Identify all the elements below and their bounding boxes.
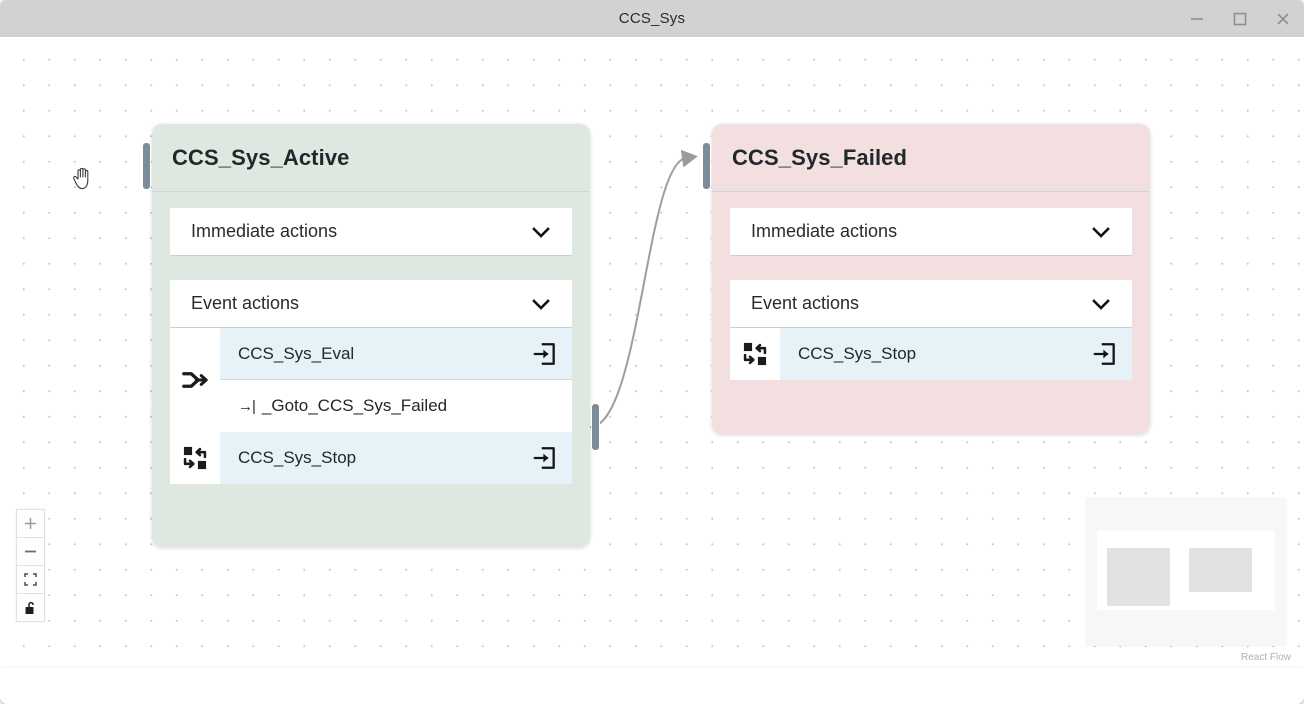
node-header: CCS_Sys_Failed [712, 124, 1150, 192]
chevron-down-icon[interactable] [528, 219, 554, 245]
zoom-out-button[interactable] [17, 538, 44, 566]
minimap[interactable] [1086, 498, 1286, 646]
close-icon [1276, 12, 1289, 25]
action-rows: CCS_Sys_Stop [220, 432, 572, 484]
react-flow-attribution[interactable]: React Flow [1241, 652, 1291, 663]
node-ccs-sys-active[interactable]: CCS_Sys_Active Immediate actions Event a… [142, 124, 600, 547]
maximize-icon [1233, 12, 1246, 25]
action-group: CCS_Sys_Eval →| _Goto_CCS_Sys_Failed [170, 328, 572, 432]
action-rows: CCS_Sys_Stop [780, 328, 1132, 380]
flow-controls [16, 509, 45, 622]
section-immediate-actions[interactable]: Immediate actions [170, 208, 572, 256]
action-row[interactable]: CCS_Sys_Stop [780, 328, 1132, 380]
section-label: Immediate actions [191, 221, 338, 241]
section-event-actions[interactable]: Event actions [170, 280, 572, 328]
section-label: Event actions [191, 293, 300, 313]
minimap-node [1107, 548, 1170, 606]
flow-canvas[interactable]: CCS_Sys_Active Immediate actions Event a… [0, 37, 1304, 668]
swap-squares-icon [183, 446, 207, 470]
window-controls [1175, 0, 1304, 37]
enter-box-icon[interactable] [532, 445, 558, 471]
action-group: CCS_Sys_Stop [170, 432, 572, 484]
edge-active-to-failed[interactable] [589, 149, 698, 428]
action-group: CCS_Sys_Stop [730, 328, 1132, 380]
goto-target-label: _Goto_CCS_Sys_Failed [261, 396, 448, 415]
unlock-icon [25, 601, 34, 614]
fit-view-icon [24, 573, 37, 586]
close-button[interactable] [1261, 0, 1304, 37]
merge-arrow-icon [182, 372, 208, 388]
action-label: CCS_Sys_Eval [238, 343, 355, 363]
action-row[interactable]: CCS_Sys_Eval [220, 328, 572, 380]
action-label: CCS_Sys_Stop [798, 344, 917, 363]
enter-box-icon[interactable] [532, 341, 558, 367]
target-handle-left[interactable] [702, 142, 711, 190]
swap-squares-icon [743, 342, 767, 366]
action-row[interactable]: CCS_Sys_Stop [220, 432, 572, 484]
node-header: CCS_Sys_Active [152, 124, 590, 192]
goto-glyph: →| [238, 398, 256, 415]
event-action-list: CCS_Sys_Stop [730, 328, 1132, 380]
zoom-in-button[interactable] [17, 510, 44, 538]
section-event-actions[interactable]: Event actions [730, 280, 1132, 328]
enter-box-icon[interactable] [1092, 341, 1118, 367]
action-group-icon-cell [730, 328, 780, 380]
lock-button[interactable] [17, 594, 44, 621]
window-bottom-edge [0, 668, 1304, 704]
plus-icon [25, 518, 36, 529]
application-window: CCS_Sys CCS_Sys_Active Immediate actions… [0, 0, 1304, 704]
section-immediate-actions[interactable]: Immediate actions [730, 208, 1132, 256]
node-body: Immediate actions Event actions CCS_Sys_… [152, 192, 590, 506]
minus-icon [25, 550, 36, 553]
node-ccs-sys-failed[interactable]: CCS_Sys_Failed Immediate actions Event a… [702, 124, 1150, 434]
chevron-down-icon[interactable] [1088, 219, 1114, 245]
minimap-node [1189, 548, 1252, 592]
node-title: CCS_Sys_Failed [732, 144, 908, 170]
maximize-button[interactable] [1218, 0, 1261, 37]
fit-view-button[interactable] [17, 566, 44, 594]
target-handle-left[interactable] [142, 142, 151, 190]
chevron-down-icon[interactable] [528, 291, 554, 317]
action-group-icon-cell [170, 432, 220, 484]
action-group-icon-cell [170, 328, 220, 432]
chevron-down-icon[interactable] [1088, 291, 1114, 317]
source-handle-right[interactable] [591, 403, 600, 451]
action-row-goto[interactable]: →| _Goto_CCS_Sys_Failed [220, 380, 572, 432]
section-label: Immediate actions [751, 221, 898, 241]
node-body: Immediate actions Event actions CCS_Sys_… [712, 192, 1150, 402]
action-label: CCS_Sys_Stop [238, 448, 357, 467]
action-label: →| _Goto_CCS_Sys_Failed [238, 396, 447, 416]
minimap-viewport[interactable] [1097, 531, 1275, 610]
event-action-list: CCS_Sys_Eval →| _Goto_CCS_Sys_Failed CCS… [170, 328, 572, 484]
grab-hand-cursor [73, 167, 89, 190]
window-title: CCS_Sys [618, 10, 686, 27]
section-label: Event actions [751, 293, 860, 313]
node-title: CCS_Sys_Active [172, 144, 350, 170]
minimize-button[interactable] [1175, 0, 1218, 37]
window-titlebar[interactable]: CCS_Sys [0, 0, 1304, 37]
action-rows: CCS_Sys_Eval →| _Goto_CCS_Sys_Failed [220, 328, 572, 432]
minimize-icon [1190, 17, 1203, 20]
